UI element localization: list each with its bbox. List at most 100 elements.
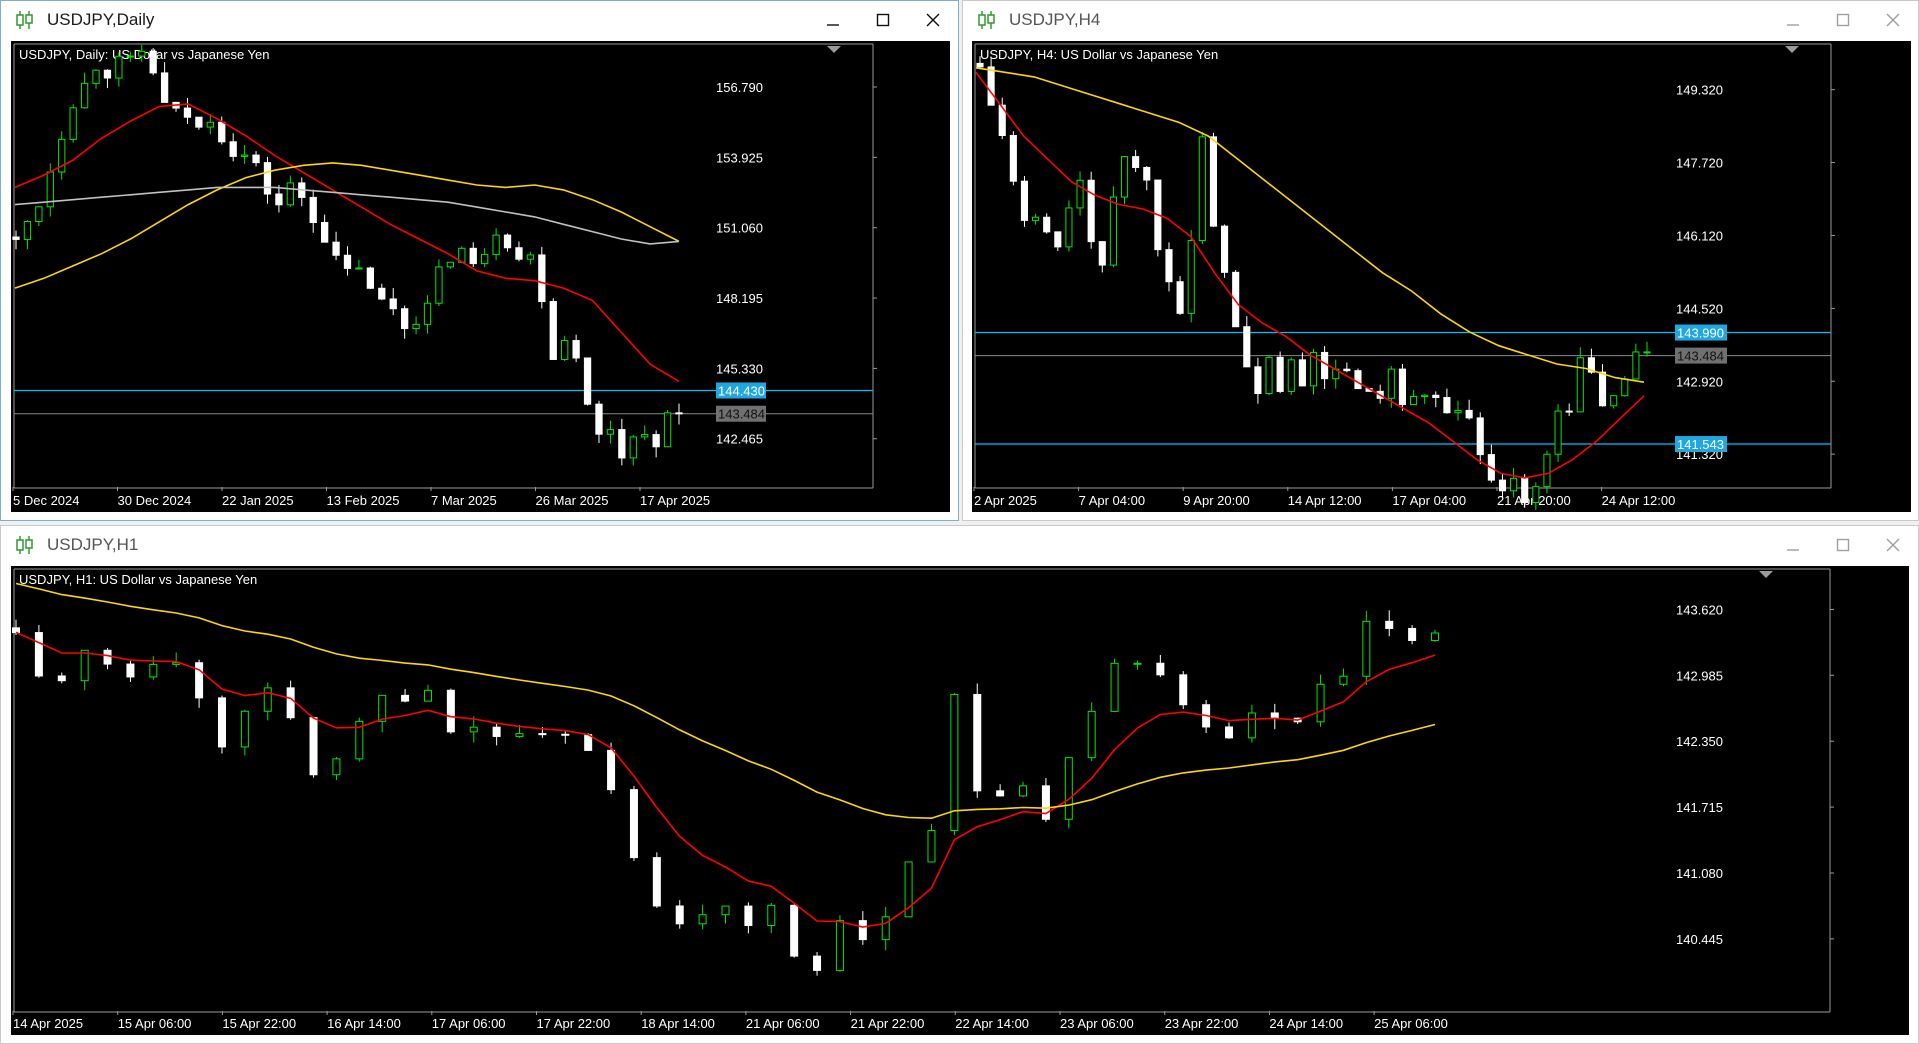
close-button[interactable] (1868, 1, 1918, 39)
candle-body (1209, 136, 1218, 227)
candle-body (1276, 356, 1284, 392)
moving-average-red (975, 71, 1645, 479)
close-button[interactable] (908, 1, 958, 39)
maximize-button[interactable] (1818, 526, 1868, 564)
time-tick-label: 9 Apr 20:00 (1183, 493, 1250, 508)
candle-body (652, 434, 660, 448)
maximize-button[interactable] (1818, 1, 1868, 39)
candle-body (103, 69, 112, 79)
candle-body (1225, 726, 1234, 739)
candle-body (744, 905, 753, 926)
time-tick-label: 17 Apr 2025 (640, 493, 710, 508)
price-tick-label: 142.350 (1676, 734, 1723, 749)
candle-body (1339, 675, 1348, 685)
candle-body (1265, 356, 1273, 395)
price-tick-label: 142.920 (1676, 374, 1723, 389)
candle-body (1109, 196, 1117, 266)
time-tick-label: 14 Apr 2025 (13, 1016, 83, 1031)
candle-body (1431, 632, 1439, 641)
candle-body (446, 261, 455, 268)
candle-body (1321, 351, 1329, 380)
candle-body (1243, 326, 1251, 368)
candle-body (309, 196, 317, 223)
candle-body (435, 266, 443, 304)
candle-body (1532, 486, 1540, 504)
price-tick-label: 149.320 (1676, 83, 1723, 98)
time-tick-label: 13 Feb 2025 (327, 493, 400, 508)
price-tick-label: 143.620 (1676, 602, 1723, 617)
candle-body (469, 726, 478, 733)
candle-body (320, 221, 329, 243)
time-tick-label: 14 Apr 12:00 (1288, 493, 1362, 508)
candle-body (1510, 477, 1518, 492)
candle-body (538, 733, 547, 736)
time-tick-label: 23 Apr 22:00 (1165, 1016, 1239, 1031)
candle-body (481, 253, 489, 265)
price-tick-label: 153.925 (716, 150, 763, 165)
candle-body (1020, 180, 1029, 221)
candle-body (515, 247, 523, 260)
close-button[interactable] (1868, 526, 1918, 564)
candle-body (1298, 359, 1306, 387)
price-tick-label: 151.060 (716, 221, 763, 236)
moving-average-red (14, 103, 680, 383)
candle-body (1065, 207, 1073, 248)
candle-body (1498, 479, 1507, 492)
candle-body (675, 905, 684, 925)
candle-body (263, 687, 272, 712)
candle-body (1287, 359, 1295, 392)
candle-body (240, 710, 249, 748)
chart-window-daily[interactable]: USDJPY,Daily USDJPY, Daily: US Dollar vs… (0, 0, 959, 521)
candle-body (858, 920, 867, 941)
candle-body (423, 302, 432, 325)
minimize-button[interactable] (808, 1, 858, 39)
price-tick-label: 142.985 (1676, 668, 1723, 683)
level-price-label: 143.990 (1677, 326, 1724, 341)
candle-body (286, 182, 294, 206)
candle-body (1632, 351, 1640, 380)
candle-body (1643, 351, 1651, 354)
time-tick-label: 15 Apr 06:00 (118, 1016, 192, 1031)
title-bar[interactable]: USDJPY,H1 (1, 526, 1918, 564)
candle-body (618, 429, 626, 459)
candle-body (606, 429, 615, 435)
chart-window-h1[interactable]: USDJPY,H1 USDJPY, H1: US Dollar vs Japan… (0, 525, 1919, 1044)
chart-area[interactable]: USDJPY, H1: US Dollar vs Japanese Yen 14… (11, 566, 1909, 1035)
candle-body (1343, 368, 1351, 372)
candle-body (1554, 410, 1562, 455)
candle-body (1143, 166, 1151, 181)
candle-body (1009, 134, 1017, 182)
candle-body (641, 434, 649, 438)
candle-body (561, 340, 569, 360)
price-tick-label: 147.720 (1676, 156, 1723, 171)
candle-body (1598, 371, 1607, 407)
candle-body (103, 649, 112, 665)
candlestick-icon (977, 8, 1001, 32)
candle-body (126, 663, 135, 678)
minimize-button[interactable] (1768, 526, 1818, 564)
candle-body (1454, 409, 1462, 414)
candle-body (503, 234, 512, 249)
candle-body (69, 107, 77, 140)
time-tick-label: 26 Mar 2025 (536, 493, 609, 508)
chart-area[interactable]: USDJPY, H4: US Dollar vs Japanese Yen 14… (972, 41, 1911, 512)
candlestick-icon (15, 8, 39, 32)
price-tick-label: 141.715 (1676, 800, 1723, 815)
window-title: USDJPY,Daily (47, 10, 155, 29)
chart-window-h4[interactable]: USDJPY,H4 USDJPY, H4: US Dollar vs Japan… (962, 0, 1919, 521)
candle-body (80, 649, 89, 682)
candle-body (252, 154, 260, 164)
candle-body (12, 236, 20, 240)
minimize-button[interactable] (1768, 1, 1818, 39)
maximize-button[interactable] (858, 1, 908, 39)
triangle-down-icon[interactable] (827, 46, 841, 53)
candle-body (583, 357, 592, 405)
triangle-down-icon[interactable] (1785, 46, 1799, 53)
candle-body (1179, 674, 1188, 706)
candle-body (1432, 394, 1440, 399)
candle-body (1132, 156, 1140, 168)
chart-area[interactable]: USDJPY, Daily: US Dollar vs Japanese Yen… (11, 41, 950, 512)
candle-body (423, 689, 432, 702)
triangle-down-icon[interactable] (1759, 571, 1773, 578)
candle-body (309, 717, 318, 776)
